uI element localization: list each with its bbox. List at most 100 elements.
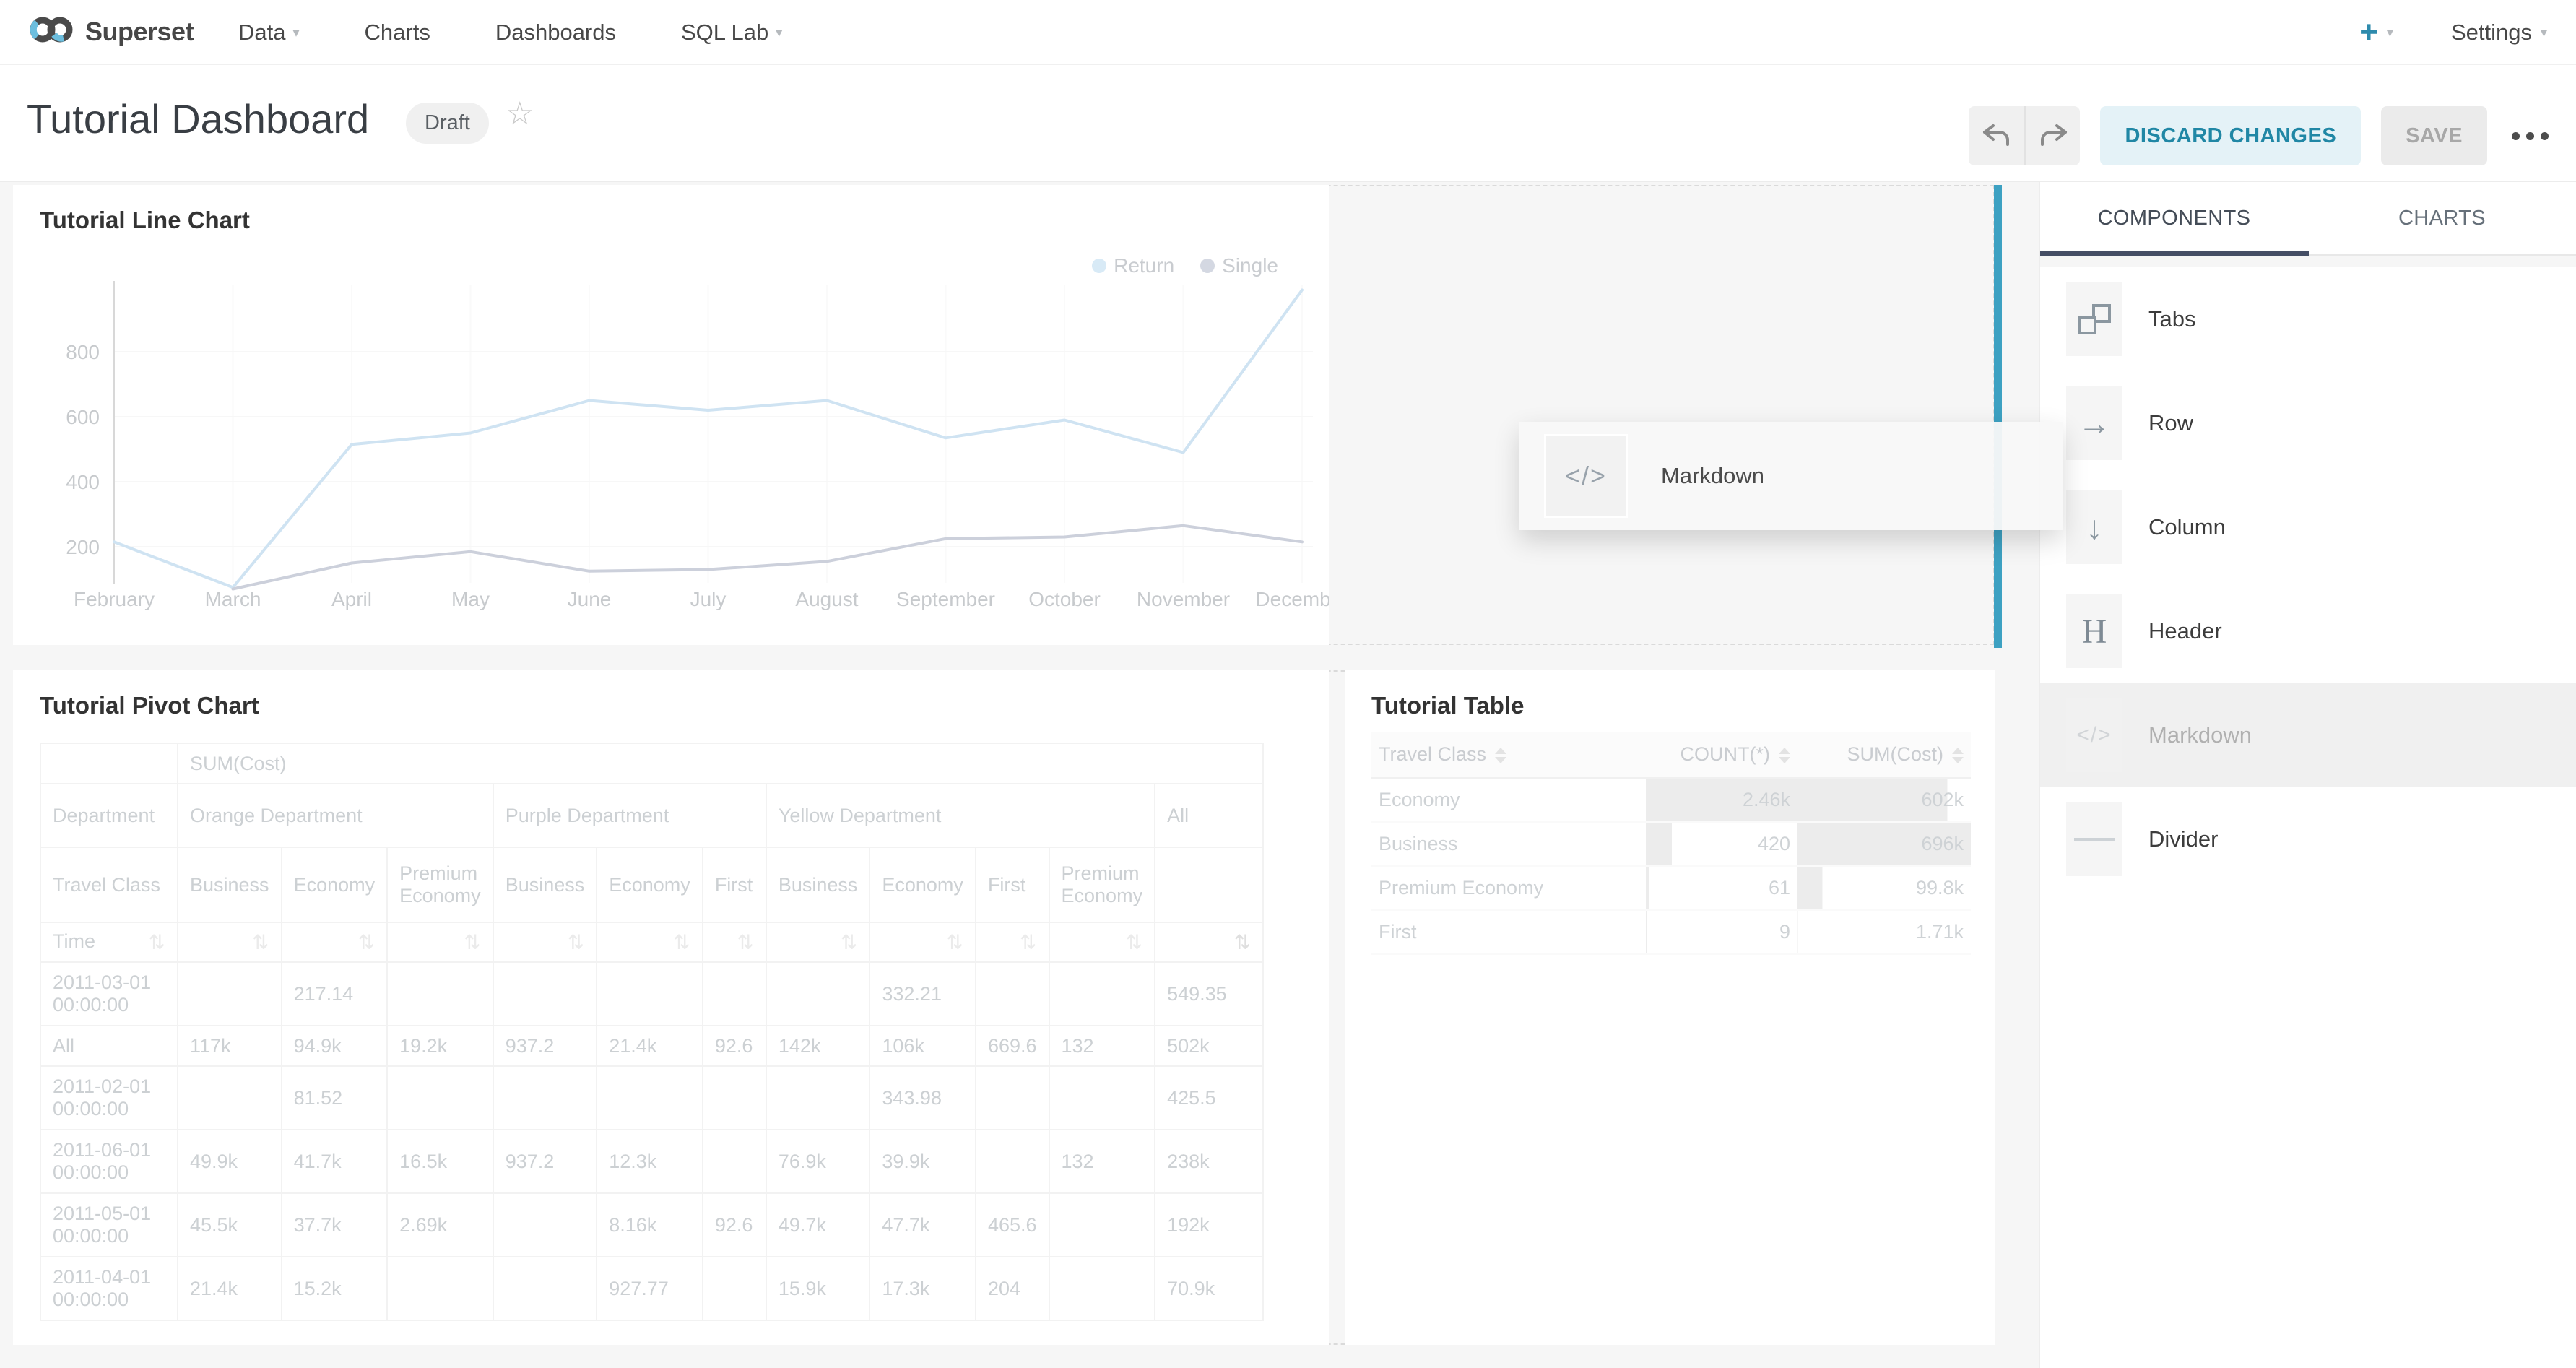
arrow-down-icon: ↓ bbox=[2066, 490, 2122, 564]
nav-item-label: SQL Lab bbox=[681, 20, 768, 46]
panel-strip bbox=[2040, 256, 2576, 267]
column-header[interactable]: COUNT(*) bbox=[1646, 732, 1797, 778]
page-title[interactable]: Tutorial Dashboard bbox=[27, 95, 369, 142]
component-list: Tabs → Row ↓ Column H Header </> Markdown Divider bbox=[2040, 267, 2576, 891]
component-item-header[interactable]: H Header bbox=[2040, 579, 2576, 683]
drag-ghost-label: Markdown bbox=[1661, 463, 1764, 489]
component-item-label: Markdown bbox=[2148, 722, 2252, 748]
chart-title: Tutorial Table bbox=[1371, 692, 1524, 719]
plus-icon: + bbox=[2359, 17, 2378, 48]
component-item-row[interactable]: → Row bbox=[2040, 371, 2576, 475]
navbar-right: + ▾ Settings ▾ bbox=[2359, 0, 2547, 65]
svg-text:July: July bbox=[690, 588, 727, 610]
superset-infinity-icon bbox=[27, 13, 75, 50]
svg-text:800: 800 bbox=[66, 341, 100, 363]
pivot-row: 2011-03-01 00:00:00217.14332.21549.35 bbox=[40, 962, 1263, 1026]
svg-text:200: 200 bbox=[66, 536, 100, 558]
table-row: Economy2.46k602k bbox=[1371, 778, 1971, 822]
divider-icon bbox=[2066, 802, 2122, 876]
drop-indicator-line bbox=[1994, 185, 2002, 648]
nav-item-label: Data bbox=[238, 20, 285, 46]
redo-button[interactable] bbox=[2024, 106, 2080, 165]
data-table: Travel ClassCOUNT(*)SUM(Cost)Economy2.46… bbox=[1371, 732, 1971, 955]
active-tab-underline bbox=[2040, 251, 2309, 256]
brand-text: Superset bbox=[85, 17, 194, 47]
navbar-menu: Data ▾ Charts Dashboards SQL Lab ▾ bbox=[238, 0, 782, 65]
tabs-icon bbox=[2066, 282, 2122, 356]
markdown-icon: </> bbox=[2066, 698, 2122, 772]
more-menu-icon[interactable] bbox=[2512, 132, 2549, 140]
svg-text:June: June bbox=[568, 588, 612, 610]
undo-icon bbox=[1981, 123, 2013, 149]
redo-icon bbox=[2037, 123, 2069, 149]
navbar: Superset Data ▾ Charts Dashboards SQL Lab ▾ +… bbox=[0, 0, 2576, 65]
undo-button[interactable] bbox=[1969, 106, 2024, 165]
table-row: Travel ClassCOUNT(*)SUM(Cost) bbox=[1371, 732, 1971, 778]
nav-item-dashboards[interactable]: Dashboards bbox=[495, 20, 616, 46]
pivot-row: Time⇅⇅⇅⇅⇅⇅⇅⇅⇅⇅⇅⇅ bbox=[40, 922, 1263, 962]
line-chart-plot: 200400600800FebruaryMarchAprilMayJuneJul… bbox=[13, 200, 1329, 619]
component-item-label: Header bbox=[2148, 618, 2222, 644]
superset-logo[interactable]: Superset bbox=[27, 13, 194, 50]
svg-text:April: April bbox=[331, 588, 372, 610]
svg-text:December: December bbox=[1255, 588, 1329, 610]
save-button[interactable]: SAVE bbox=[2381, 106, 2487, 165]
pivot-row: All117k94.9k19.2k937.221.4k92.6142k106k6… bbox=[40, 1026, 1263, 1066]
component-item-tabs[interactable]: Tabs bbox=[2040, 267, 2576, 371]
builder-panel: COMPONENTS CHARTS Tabs → Row ↓ Column H Header… bbox=[2039, 182, 2576, 1368]
chevron-down-icon: ▾ bbox=[292, 25, 299, 40]
arrow-right-icon: → bbox=[2066, 386, 2122, 460]
svg-text:October: October bbox=[1028, 588, 1101, 610]
header-icon: H bbox=[2066, 594, 2122, 668]
header-actions: DISCARD CHANGES SAVE bbox=[1969, 106, 2549, 165]
component-item-markdown[interactable]: </> Markdown bbox=[2040, 683, 2576, 787]
pivot-row: SUM(Cost) bbox=[40, 743, 1263, 784]
table-row: Premium Economy6199.8k bbox=[1371, 866, 1971, 910]
table-chart-card[interactable]: Tutorial Table Travel ClassCOUNT(*)SUM(C… bbox=[1345, 670, 1995, 1345]
svg-text:November: November bbox=[1137, 588, 1230, 610]
undo-redo-group bbox=[1969, 106, 2080, 165]
settings-label: Settings bbox=[2451, 20, 2532, 46]
table-row: Business420696k bbox=[1371, 822, 1971, 866]
markdown-drag-ghost[interactable]: </> Markdown bbox=[1519, 422, 2063, 530]
new-item-button[interactable]: + ▾ bbox=[2359, 17, 2393, 48]
line-chart-card[interactable]: Tutorial Line Chart ReturnSingle 2004006… bbox=[13, 185, 1329, 645]
nav-item-label: Charts bbox=[365, 20, 430, 46]
component-item-divider[interactable]: Divider bbox=[2040, 787, 2576, 891]
chevron-down-icon: ▾ bbox=[776, 25, 782, 40]
pivot-row: Travel ClassBusinessEconomyPremium Econo… bbox=[40, 847, 1263, 922]
column-header[interactable]: Travel Class bbox=[1371, 732, 1646, 778]
tab-charts[interactable]: CHARTS bbox=[2308, 182, 2576, 254]
markdown-icon: </> bbox=[1544, 434, 1628, 518]
pivot-row: DepartmentOrange DepartmentPurple Depart… bbox=[40, 784, 1263, 847]
nav-item-charts[interactable]: Charts bbox=[365, 20, 430, 46]
pivot-row: 2011-02-01 00:00:0081.52343.98425.5 bbox=[40, 1066, 1263, 1130]
pivot-chart-card[interactable]: Tutorial Pivot Chart SUM(Cost)Department… bbox=[13, 670, 1329, 1345]
column-header[interactable]: SUM(Cost) bbox=[1797, 732, 1971, 778]
pivot-row: 2011-04-01 00:00:0021.4k15.2k927.7715.9k… bbox=[40, 1257, 1263, 1320]
builder-panel-tabs: COMPONENTS CHARTS bbox=[2040, 182, 2576, 256]
tab-components[interactable]: COMPONENTS bbox=[2040, 182, 2308, 254]
nav-item-sql-lab[interactable]: SQL Lab ▾ bbox=[681, 20, 782, 46]
favorite-star-icon[interactable]: ☆ bbox=[506, 95, 534, 132]
chevron-down-icon: ▾ bbox=[2387, 25, 2393, 40]
settings-menu[interactable]: Settings ▾ bbox=[2451, 20, 2547, 46]
chevron-down-icon: ▾ bbox=[2541, 25, 2547, 40]
svg-text:May: May bbox=[451, 588, 490, 610]
component-item-column[interactable]: ↓ Column bbox=[2040, 475, 2576, 579]
nav-item-data[interactable]: Data ▾ bbox=[238, 20, 300, 46]
component-item-label: Row bbox=[2148, 410, 2193, 436]
svg-text:600: 600 bbox=[66, 406, 100, 428]
svg-text:March: March bbox=[205, 588, 261, 610]
component-item-label: Column bbox=[2148, 514, 2226, 540]
discard-changes-button[interactable]: DISCARD CHANGES bbox=[2100, 106, 2361, 165]
table-row: First91.71k bbox=[1371, 910, 1971, 954]
component-item-label: Tabs bbox=[2148, 306, 2195, 332]
pivot-row: 2011-05-01 00:00:0045.5k37.7k2.69k8.16k9… bbox=[40, 1193, 1263, 1257]
svg-text:August: August bbox=[795, 588, 858, 610]
pivot-table: SUM(Cost)DepartmentOrange DepartmentPurp… bbox=[40, 743, 1264, 1321]
component-item-label: Divider bbox=[2148, 826, 2218, 852]
svg-text:September: September bbox=[896, 588, 995, 610]
dashboard-header: Tutorial Dashboard Draft ☆ DISCARD CHANG… bbox=[0, 65, 2576, 182]
chart-title: Tutorial Pivot Chart bbox=[40, 692, 259, 719]
